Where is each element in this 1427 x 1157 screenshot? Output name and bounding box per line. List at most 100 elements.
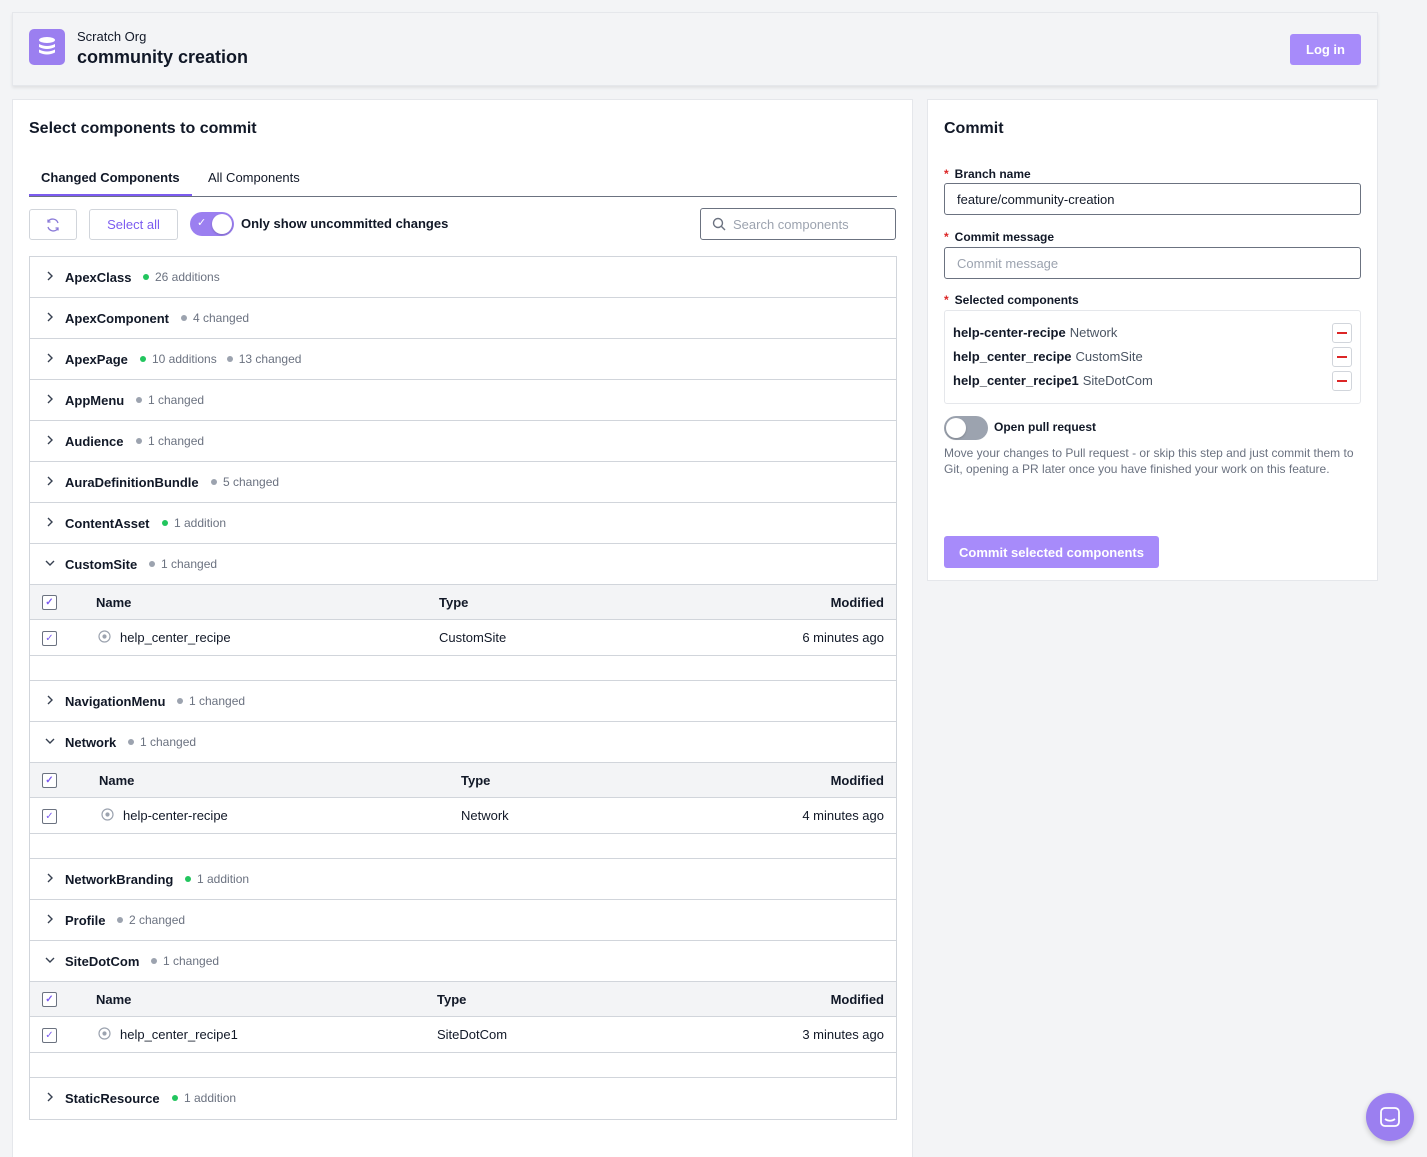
- database-icon: [29, 29, 65, 65]
- change-stats: 4 changed: [181, 311, 249, 325]
- component-table: ✓ Name Type Modified ✓ help_center_recipe1 Sit…: [30, 982, 896, 1078]
- selected-component: help-center-recipe Network: [953, 325, 1118, 340]
- panel-title: Select components to commit: [29, 120, 257, 137]
- change-stat: 1 changed: [177, 694, 245, 708]
- check-icon: ✓: [197, 217, 207, 229]
- component-type: SiteDotCom: [437, 1027, 508, 1042]
- component-type-row[interactable]: ApexComponent 4 changed: [30, 298, 896, 339]
- chat-icon: [1380, 1107, 1400, 1127]
- component-type-name: Network: [65, 735, 117, 750]
- search-components[interactable]: [700, 208, 896, 240]
- tab-all-components[interactable]: All Components: [208, 170, 300, 193]
- change-stat: 1 changed: [136, 393, 204, 407]
- component-type-row[interactable]: NetworkBranding 1 addition: [30, 859, 896, 900]
- table-row[interactable]: ✓ help_center_recipe CustomSite 6 minutes a…: [30, 620, 896, 656]
- chevron-right-icon: [47, 271, 53, 281]
- change-stats: 1 changed: [177, 694, 245, 708]
- chat-support-button[interactable]: [1366, 1093, 1414, 1141]
- select-all-checkbox[interactable]: ✓: [42, 595, 57, 610]
- status-dot: [185, 876, 191, 882]
- column-header-name: Name: [96, 992, 132, 1007]
- select-all-checkbox[interactable]: ✓: [42, 773, 57, 788]
- component-status-icon: [101, 808, 114, 821]
- select-all-checkbox[interactable]: ✓: [42, 992, 57, 1007]
- remove-component-button[interactable]: [1332, 323, 1352, 343]
- component-type-row[interactable]: AuraDefinitionBundle 5 changed: [30, 462, 896, 503]
- change-stat: 1 changed: [151, 954, 219, 968]
- remove-component-button[interactable]: [1332, 371, 1352, 391]
- column-header-name: Name: [99, 773, 135, 788]
- component-type-name: ApexPage: [65, 352, 128, 367]
- status-dot: [177, 698, 183, 704]
- component-tabs: Changed Components All Components: [29, 167, 897, 197]
- component-type-row[interactable]: StaticResource 1 addition: [30, 1078, 896, 1119]
- chevron-down-icon: [45, 738, 55, 744]
- column-header-modified: Modified: [830, 773, 884, 788]
- status-dot: [172, 1095, 178, 1101]
- status-dot: [151, 958, 157, 964]
- component-name: help_center_recipe1: [120, 1027, 238, 1042]
- required-marker: *: [944, 293, 949, 307]
- table-row[interactable]: ✓ help_center_recipe1 SiteDotCom 3 minutes …: [30, 1017, 896, 1053]
- component-type-row[interactable]: AppMenu 1 changed: [30, 380, 896, 421]
- org-header: Scratch Org community creation Log in: [12, 12, 1378, 86]
- component-type-row[interactable]: ContentAsset 1 addition: [30, 503, 896, 544]
- component-type-name: ApexComponent: [65, 311, 169, 326]
- status-dot: [136, 397, 142, 403]
- commit-selected-button[interactable]: Commit selected components: [944, 536, 1159, 568]
- change-stats: 1 addition: [172, 1091, 236, 1105]
- selected-components-list: help-center-recipe Network help_center_re…: [944, 310, 1361, 404]
- commit-message-field[interactable]: [944, 247, 1361, 279]
- login-button[interactable]: Log in: [1290, 34, 1361, 65]
- component-type-row[interactable]: Audience 1 changed: [30, 421, 896, 462]
- change-stat: 1 changed: [136, 434, 204, 448]
- component-type-row[interactable]: Profile 2 changed: [30, 900, 896, 941]
- component-type-name: NetworkBranding: [65, 872, 174, 887]
- refresh-button[interactable]: [29, 209, 77, 240]
- change-stats: 5 changed: [211, 475, 279, 489]
- change-stat: 10 additions: [140, 352, 217, 366]
- table-header: ✓ Name Type Modified: [30, 763, 896, 798]
- required-marker: *: [944, 230, 949, 244]
- component-type-row[interactable]: NavigationMenu 1 changed: [30, 681, 896, 722]
- chevron-right-icon: [47, 873, 53, 883]
- component-type-row[interactable]: CustomSite 1 changed: [30, 544, 896, 585]
- component-type: Network: [461, 808, 509, 823]
- table-header: ✓ Name Type Modified: [30, 585, 896, 620]
- tab-changed-components[interactable]: Changed Components: [29, 170, 192, 196]
- uncommitted-toggle[interactable]: ✓: [190, 212, 234, 236]
- modified-time: 6 minutes ago: [802, 630, 884, 645]
- remove-component-button[interactable]: [1332, 347, 1352, 367]
- chevron-right-icon: [47, 435, 53, 445]
- component-table: ✓ Name Type Modified ✓ help-center-recipe Netw…: [30, 763, 896, 859]
- search-input[interactable]: [733, 214, 888, 234]
- change-stat: 5 changed: [211, 475, 279, 489]
- component-type-row[interactable]: Network 1 changed: [30, 722, 896, 763]
- component-type-row[interactable]: ApexPage 10 additions 13 changed: [30, 339, 896, 380]
- column-header-type: Type: [439, 595, 469, 610]
- modified-time: 3 minutes ago: [802, 1027, 884, 1042]
- chevron-right-icon: [47, 517, 53, 527]
- component-type-row[interactable]: ApexClass 26 additions: [30, 257, 896, 298]
- table-row[interactable]: ✓ help-center-recipe Network 4 minutes ago: [30, 798, 896, 834]
- branch-name-field[interactable]: [944, 183, 1361, 215]
- column-header-modified: Modified: [830, 992, 884, 1007]
- status-dot: [181, 315, 187, 321]
- open-pull-request-toggle[interactable]: [944, 416, 988, 440]
- component-type-row[interactable]: SiteDotCom 1 changed: [30, 941, 896, 982]
- select-all-button[interactable]: Select all: [89, 209, 178, 240]
- status-dot: [226, 356, 233, 362]
- component-type-name: SiteDotCom: [65, 954, 140, 969]
- row-checkbox[interactable]: ✓: [42, 631, 57, 646]
- column-header-type: Type: [437, 992, 467, 1007]
- pull-request-description: Move your changes to Pull request - or s…: [944, 446, 1354, 476]
- chevron-right-icon: [47, 312, 53, 322]
- change-stat: 1 addition: [162, 516, 226, 530]
- row-checkbox[interactable]: ✓: [42, 1028, 57, 1043]
- status-dot: [211, 479, 217, 485]
- change-stats: 1 addition: [185, 872, 249, 886]
- row-checkbox[interactable]: ✓: [42, 809, 57, 824]
- component-type: CustomSite: [439, 630, 507, 645]
- change-stats: 1 changed: [136, 434, 204, 448]
- uncommitted-toggle-label: Only show uncommitted changes: [241, 216, 449, 231]
